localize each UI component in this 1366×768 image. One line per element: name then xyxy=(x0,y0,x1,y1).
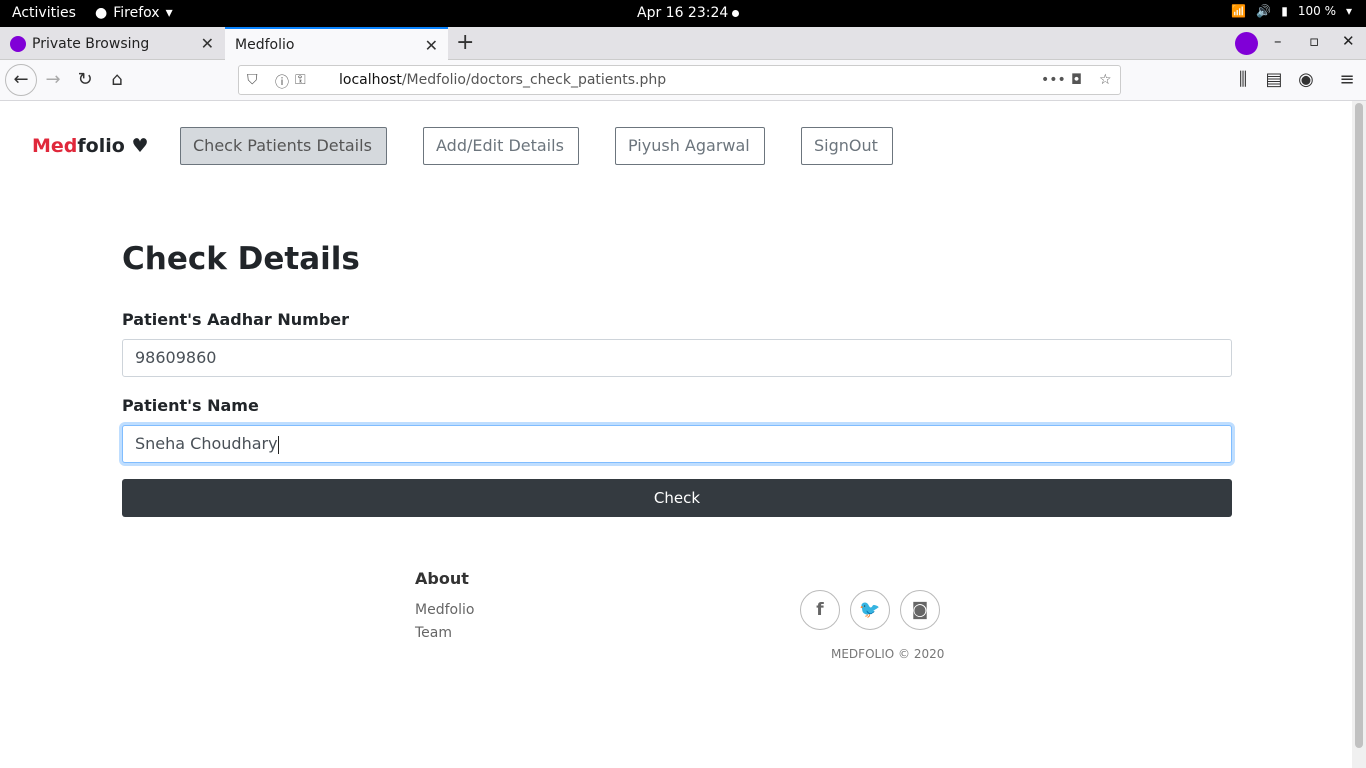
forward-icon[interactable]: → xyxy=(41,68,65,92)
tab-private-browsing[interactable]: Private Browsing ✕ xyxy=(0,27,224,60)
account-icon[interactable]: ◉ xyxy=(1294,68,1318,92)
new-tab-icon[interactable]: + xyxy=(456,30,474,55)
tab-medfolio[interactable]: Medfolio ✕ xyxy=(225,27,448,60)
instagram-icon[interactable]: ◙ xyxy=(900,590,940,630)
url-bar[interactable]: ⛉ ⓘ ⚿ localhost/Medfolio/doctors_check_p… xyxy=(238,65,1121,95)
patient-name-label: Patient's Name xyxy=(122,396,259,415)
back-icon[interactable]: ← xyxy=(5,64,37,96)
nav-user-profile[interactable]: Piyush Agarwal xyxy=(615,127,765,165)
facebook-icon[interactable]: f xyxy=(800,590,840,630)
tab-title: Private Browsing xyxy=(32,35,150,52)
nav-add-edit-details[interactable]: Add/Edit Details xyxy=(423,127,579,165)
library-icon[interactable]: ⫼ xyxy=(1231,68,1255,92)
close-tab-icon[interactable]: ✕ xyxy=(425,36,438,55)
system-top-bar: Activities ● Firefox ▾ Apr 16 23:24 📶 🔊 … xyxy=(0,0,1366,27)
footer-link-team[interactable]: Team xyxy=(415,625,452,641)
close-tab-icon[interactable]: ✕ xyxy=(201,34,214,53)
clock[interactable]: Apr 16 23:24 xyxy=(637,5,740,21)
text-caret xyxy=(277,435,279,454)
nav-signout[interactable]: SignOut xyxy=(801,127,893,165)
footer-link-medfolio[interactable]: Medfolio xyxy=(415,602,474,618)
battery-level: 100 % xyxy=(1297,4,1336,18)
wifi-icon: 📶 xyxy=(1231,4,1247,18)
notification-dot xyxy=(732,9,740,17)
private-browsing-icon xyxy=(10,35,26,52)
tab-title: Medfolio xyxy=(235,36,295,53)
nav-check-patients-details[interactable]: Check Patients Details xyxy=(180,127,387,165)
home-icon[interactable]: ⌂ xyxy=(105,68,129,92)
app-menu-label: Firefox xyxy=(113,5,160,21)
chevron-down-icon: ▾ xyxy=(1345,4,1352,18)
scrollbar-thumb[interactable] xyxy=(1355,103,1363,748)
reload-icon[interactable]: ↻ xyxy=(73,68,97,92)
minimize-icon[interactable]: – xyxy=(1274,32,1282,50)
chevron-down-icon: ▾ xyxy=(165,5,173,21)
info-icon[interactable]: ⓘ xyxy=(275,72,289,92)
web-page: Medfolio ♥ Check Patients Details Add/Ed… xyxy=(0,101,1352,768)
maximize-icon[interactable]: ▫ xyxy=(1309,32,1319,50)
footer-about-heading: About xyxy=(415,569,469,588)
logo-text-dark: folio xyxy=(77,135,125,157)
app-menu[interactable]: ● Firefox ▾ xyxy=(95,5,173,21)
url-text: localhost/Medfolio/doctors_check_patient… xyxy=(339,72,667,88)
clock-text: Apr 16 23:24 xyxy=(637,5,729,21)
navigation-toolbar: ← → ↻ ⌂ ⛉ ⓘ ⚿ localhost/Medfolio/doctors… xyxy=(0,60,1366,101)
system-tray[interactable]: 📶 🔊 ▮ 100 % ▾ xyxy=(1231,4,1352,18)
aadhar-number-value: 98609860 xyxy=(135,348,217,367)
page-scrollbar[interactable] xyxy=(1352,101,1366,768)
heartbeat-icon: ♥ xyxy=(131,135,149,157)
site-logo[interactable]: Medfolio ♥ xyxy=(32,135,148,157)
pocket-icon[interactable]: ◘ xyxy=(1071,72,1082,88)
bookmark-star-icon[interactable]: ☆ xyxy=(1099,72,1112,88)
footer-copyright: MEDFOLIO © 2020 xyxy=(831,647,945,661)
patient-name-value: Sneha Choudhary xyxy=(135,434,278,453)
battery-icon: ▮ xyxy=(1281,4,1288,18)
check-button[interactable]: Check xyxy=(122,479,1232,517)
twitter-icon[interactable]: 🐦 xyxy=(850,590,890,630)
aadhar-number-input[interactable]: 98609860 xyxy=(122,339,1232,377)
firefox-icon: ● xyxy=(95,5,108,21)
close-window-icon[interactable]: ✕ xyxy=(1342,32,1355,50)
page-title: Check Details xyxy=(122,241,360,277)
permissions-icon[interactable]: ⚿ xyxy=(295,72,306,88)
activities-button[interactable]: Activities xyxy=(12,5,76,21)
menu-icon[interactable]: ≡ xyxy=(1335,68,1359,92)
aadhar-label: Patient's Aadhar Number xyxy=(122,310,350,329)
page-actions-icon[interactable]: ••• xyxy=(1041,72,1066,88)
shield-icon[interactable]: ⛉ xyxy=(247,72,258,88)
patient-name-input[interactable]: Sneha Choudhary xyxy=(122,425,1232,463)
volume-icon: 🔊 xyxy=(1256,4,1272,18)
tab-strip: Private Browsing ✕ Medfolio ✕ + – ▫ ✕ xyxy=(0,27,1366,60)
logo-text-red: Med xyxy=(32,135,78,157)
sidebar-icon[interactable]: ▤ xyxy=(1262,68,1286,92)
private-browsing-indicator-icon xyxy=(1235,32,1258,55)
